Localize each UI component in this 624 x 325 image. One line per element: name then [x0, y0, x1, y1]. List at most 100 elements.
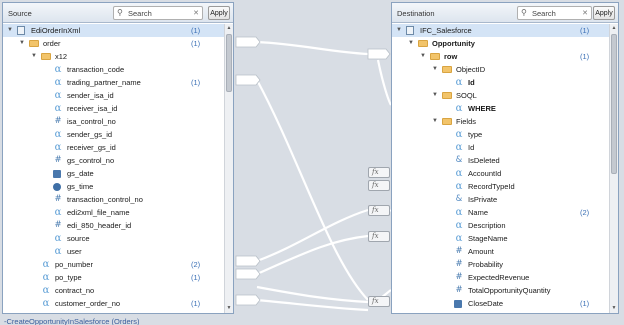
boolean-icon: & [455, 155, 463, 165]
tree-row[interactable]: α trading_partner_name (1) [3, 76, 224, 89]
map-line [256, 40, 369, 56]
connector-handle [235, 74, 261, 86]
destination-search-input[interactable]: ⚲ Search ✕ [517, 6, 592, 20]
source-scrollbar[interactable]: ▲ ▼ [224, 24, 233, 313]
tree-row[interactable]: ▼ EdiOrderInXml (1) [3, 24, 224, 37]
source-title: Source [8, 9, 32, 18]
tree-row[interactable]: α receiver_gs_id [3, 141, 224, 154]
source-search-input[interactable]: ⚲ Search ✕ [113, 6, 203, 20]
function-box[interactable]: fx [368, 180, 390, 191]
tree-row[interactable]: α sender_gs_id [3, 128, 224, 141]
tree-row[interactable]: CloseDate (1) [392, 297, 609, 310]
tree-row-label: IFC_Salesforce [420, 26, 472, 35]
tree-row[interactable]: ▼ IFC_Salesforce (1) [392, 24, 609, 37]
tree-row[interactable]: & IsDeleted [392, 154, 609, 167]
scroll-down-icon[interactable]: ▼ [225, 304, 233, 313]
tree-row[interactable]: gs_date [3, 167, 224, 180]
tree-row[interactable]: ▼ Opportunity [392, 37, 609, 50]
destination-apply-button[interactable]: Apply [593, 6, 615, 20]
scroll-up-icon[interactable]: ▲ [610, 24, 618, 33]
mapping-count: (2) [191, 260, 201, 269]
tree-row[interactable]: α Id [392, 76, 609, 89]
tree-row[interactable]: α WHERE [392, 102, 609, 115]
hash-icon: # [455, 259, 463, 269]
folder-icon [29, 40, 39, 47]
tree-row[interactable]: α Name (2) [392, 206, 609, 219]
expand-arrow-icon[interactable]: ▼ [408, 37, 416, 50]
tree-row-label: CloseDate [468, 299, 504, 308]
mapping-count: (1) [191, 299, 201, 308]
expand-arrow-icon[interactable]: ▼ [19, 37, 27, 50]
date-icon [53, 170, 61, 178]
tree-row[interactable]: α AccountId [392, 167, 609, 180]
tree-row[interactable]: & IsPrivate [392, 193, 609, 206]
alpha-icon: α [455, 168, 463, 179]
tree-row[interactable]: α Description [392, 219, 609, 232]
hash-icon: # [54, 220, 62, 230]
tree-row[interactable]: # TotalOpportunityQuantity [392, 284, 609, 297]
hash-icon: # [455, 285, 463, 295]
tree-row[interactable]: ▼ ObjectID [392, 63, 609, 76]
expand-arrow-icon[interactable]: ▼ [432, 89, 440, 102]
tree-row[interactable]: ▼ SOQL [392, 89, 609, 102]
expand-arrow-icon[interactable]: ▼ [420, 50, 428, 63]
tree-row[interactable]: α contract_no [3, 284, 224, 297]
expand-arrow-icon[interactable]: ▼ [31, 50, 39, 63]
clear-icon[interactable]: ✕ [193, 9, 199, 17]
tree-row[interactable]: # ExpectedRevenue [392, 271, 609, 284]
tree-row[interactable]: ▼ order (1) [3, 37, 224, 50]
scroll-thumb[interactable] [226, 34, 232, 92]
tree-row-label: sender_gs_id [67, 130, 113, 139]
function-box[interactable]: fx [368, 167, 390, 178]
expand-arrow-icon[interactable]: ▼ [396, 24, 404, 37]
tree-row[interactable]: α StageName [392, 232, 609, 245]
expand-arrow-icon[interactable]: ▼ [432, 115, 440, 128]
tree-row[interactable]: α customer_order_no (1) [3, 297, 224, 310]
expand-arrow-icon[interactable]: ▼ [432, 63, 440, 76]
clock-icon [53, 183, 61, 191]
scroll-down-icon[interactable]: ▼ [610, 304, 618, 313]
clear-icon[interactable]: ✕ [582, 9, 588, 17]
tree-row[interactable]: α po_number (2) [3, 258, 224, 271]
tree-row[interactable]: ▼ Fields [392, 115, 609, 128]
map-line [256, 79, 369, 301]
tree-row[interactable]: gs_time [3, 180, 224, 193]
tree-row[interactable]: # Probability [392, 258, 609, 271]
tree-row[interactable]: # Amount [392, 245, 609, 258]
function-box[interactable]: fx [368, 296, 390, 307]
tree-row[interactable]: α sender_isa_id [3, 89, 224, 102]
tree-row[interactable]: α source [3, 232, 224, 245]
tree-row-label: RecordTypeId [468, 182, 515, 191]
tree-row-label: gs_time [67, 182, 94, 191]
tree-row[interactable]: ▼ row (1) [392, 50, 609, 63]
tree-row[interactable]: α Id [392, 141, 609, 154]
map-line [256, 298, 369, 312]
function-box[interactable]: fx [368, 205, 390, 216]
scroll-up-icon[interactable]: ▲ [225, 24, 233, 33]
source-apply-button[interactable]: Apply [208, 6, 230, 20]
tree-row-label: trading_partner_name [67, 78, 141, 87]
tree-row[interactable]: α edi2xml_file_name [3, 206, 224, 219]
tree-row[interactable]: α transaction_code [3, 63, 224, 76]
destination-scrollbar[interactable]: ▲ ▼ [609, 24, 618, 313]
tree-row[interactable]: # edi_850_header_id [3, 219, 224, 232]
scroll-thumb[interactable] [611, 34, 617, 174]
tree-row[interactable]: α receiver_isa_id [3, 102, 224, 115]
tree-row[interactable]: α type [392, 128, 609, 141]
mapping-count: (1) [191, 26, 201, 35]
tree-row-label: Amount [468, 247, 494, 256]
tree-row[interactable]: # gs_control_no [3, 154, 224, 167]
folder-icon [418, 40, 428, 47]
process-link[interactable]: -CreateOpportunityInSalesforce (Orders) [4, 317, 139, 325]
expand-arrow-icon[interactable]: ▼ [7, 24, 15, 37]
tree-row-label: customer_order_no [55, 299, 121, 308]
tree-row[interactable]: # transaction_control_no [3, 193, 224, 206]
function-box[interactable]: fx [368, 231, 390, 242]
map-line [376, 59, 392, 106]
tree-row[interactable]: α po_type (1) [3, 271, 224, 284]
tree-row[interactable]: ▼ x12 [3, 50, 224, 63]
alpha-icon: α [42, 285, 50, 296]
tree-row[interactable]: α RecordTypeId [392, 180, 609, 193]
tree-row[interactable]: α user [3, 245, 224, 258]
tree-row[interactable]: # isa_control_no [3, 115, 224, 128]
